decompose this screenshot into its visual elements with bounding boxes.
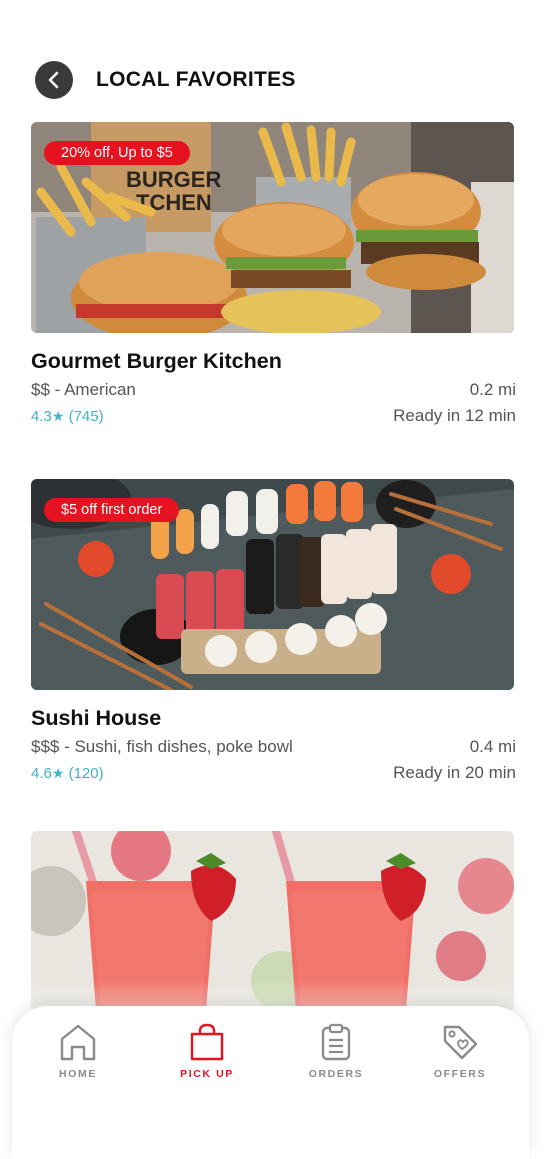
- restaurant-meta: $$$ - Sushi, fish dishes, poke bowl 0.4 …: [31, 737, 516, 757]
- distance: 0.4 mi: [469, 737, 516, 756]
- restaurant-meta: $$ - American 0.2 mi: [31, 380, 516, 400]
- bottom-tab-bar: HOME PICK UP ORDERS OFFERS: [12, 1006, 529, 1159]
- restaurant-card-sushi-house[interactable]: $5 off first order Sushi House $$$ - Sus…: [31, 479, 516, 783]
- home-icon: [60, 1024, 96, 1061]
- tab-label: HOME: [59, 1068, 97, 1080]
- svg-text:BURGER: BURGER: [126, 167, 221, 192]
- restaurant-rating-row: 4.6★ (120) Ready in 20 min: [31, 763, 516, 783]
- promo-badge: $5 off first order: [44, 498, 180, 522]
- rating-value: 4.6: [31, 765, 52, 782]
- restaurant-name: Sushi House: [31, 706, 162, 730]
- promo-badge: 20% off, Up to $5: [44, 141, 190, 165]
- tab-orders[interactable]: ORDERS: [286, 1022, 386, 1080]
- rating: 4.3★ (745): [31, 408, 104, 425]
- tab-label: ORDERS: [308, 1068, 364, 1080]
- tab-home[interactable]: HOME: [28, 1022, 128, 1080]
- price-cuisine: $$ - American: [31, 380, 136, 399]
- tab-label: PICK UP: [180, 1068, 234, 1080]
- distance: 0.2 mi: [469, 380, 516, 399]
- star-icon: ★: [51, 408, 65, 424]
- restaurant-image-sushi[interactable]: $5 off first order: [31, 479, 514, 690]
- restaurant-name: Gourmet Burger Kitchen: [31, 349, 282, 373]
- rating-value: 4.3: [31, 408, 52, 425]
- page-title: LOCAL FAVORITES: [96, 68, 296, 91]
- clipboard-icon: [321, 1023, 351, 1061]
- rating: 4.6★ (120): [31, 765, 104, 782]
- back-button[interactable]: [35, 61, 73, 99]
- restaurant-image-burgers[interactable]: BURGER TCHEN 20% off, Up to $5: [31, 122, 514, 333]
- ready-time: Ready in 20 min: [393, 763, 516, 782]
- restaurant-rating-row: 4.3★ (745) Ready in 12 min: [31, 406, 516, 426]
- price-cuisine: $$$ - Sushi, fish dishes, poke bowl: [31, 737, 293, 756]
- shopping-bag-icon: [190, 1023, 224, 1061]
- tab-offers[interactable]: OFFERS: [410, 1022, 510, 1080]
- ready-time: Ready in 12 min: [393, 406, 516, 425]
- chevron-left-icon: [48, 71, 59, 89]
- tab-label: OFFERS: [433, 1068, 487, 1080]
- restaurant-card-gourmet-burger-kitchen[interactable]: BURGER TCHEN 20% off, Up to $5 Gourmet B…: [31, 122, 516, 426]
- tag-icon: [443, 1025, 478, 1060]
- header: LOCAL FAVORITES: [0, 0, 544, 120]
- review-count: (120): [68, 765, 104, 782]
- tab-pick-up[interactable]: PICK UP: [157, 1022, 257, 1080]
- review-count: (745): [68, 408, 104, 425]
- star-icon: ★: [51, 765, 65, 781]
